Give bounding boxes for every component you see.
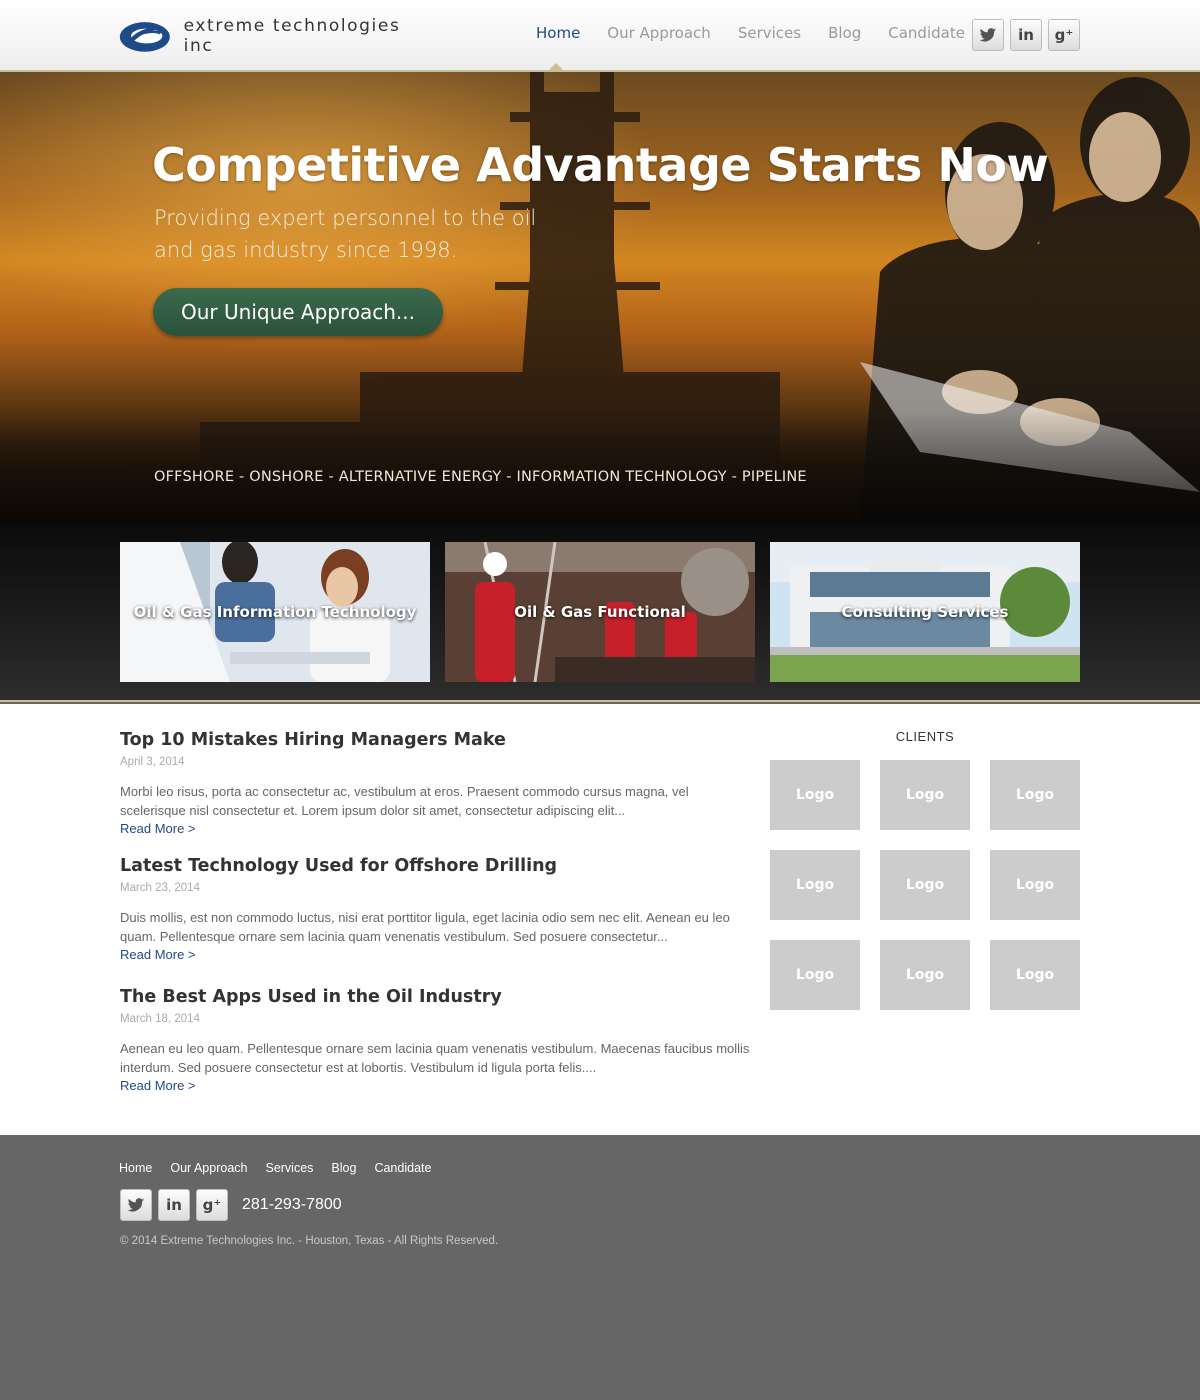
blog-post: Latest Technology Used for Offshore Dril… <box>120 856 750 964</box>
post-excerpt: Duis mollis, est non commodo luctus, nis… <box>120 910 730 944</box>
hero-tagline: OFFSHORE - ONSHORE - ALTERNATIVE ENERGY … <box>154 469 807 485</box>
footer-nav-home[interactable]: Home <box>119 1161 152 1175</box>
client-logo[interactable]: Logo <box>880 850 970 920</box>
linkedin-icon: in <box>166 1196 182 1214</box>
read-more-link[interactable]: Read More > <box>120 821 196 836</box>
google-plus-icon: g⁺ <box>202 1196 222 1214</box>
post-title[interactable]: Top 10 Mistakes Hiring Managers Make <box>120 730 750 750</box>
nav-our-approach[interactable]: Our Approach <box>607 24 711 42</box>
footer-nav-our-approach[interactable]: Our Approach <box>170 1161 247 1175</box>
linkedin-button[interactable]: in <box>1010 19 1042 51</box>
post-date: March 18, 2014 <box>120 1013 200 1025</box>
logo-text: extreme technologies inc <box>183 16 401 56</box>
post-excerpt: Morbi leo risus, porta ac consectetur ac… <box>120 784 689 818</box>
nav-services[interactable]: Services <box>738 24 801 42</box>
service-card-it[interactable]: Oil & Gas Information Technology <box>120 542 430 682</box>
blog-post: The Best Apps Used in the Oil Industry M… <box>120 987 750 1095</box>
footer-nav-blog[interactable]: Blog <box>331 1161 356 1175</box>
google-plus-button[interactable]: g⁺ <box>1048 19 1080 51</box>
client-logo[interactable]: Logo <box>880 940 970 1010</box>
service-label-functional: Oil & Gas Functional <box>514 603 686 621</box>
google-plus-button[interactable]: g⁺ <box>196 1189 228 1221</box>
hero-banner: Competitive Advantage Starts Now Providi… <box>0 72 1200 522</box>
client-logo[interactable]: Logo <box>770 850 860 920</box>
footer-nav-services[interactable]: Services <box>265 1161 313 1175</box>
nav-blog[interactable]: Blog <box>828 24 861 42</box>
nav-active-indicator <box>549 63 563 70</box>
twitter-icon <box>127 1197 145 1212</box>
linkedin-icon: in <box>1018 26 1034 44</box>
our-approach-button[interactable]: Our Unique Approach... <box>153 288 443 336</box>
read-more-link[interactable]: Read More > <box>120 947 196 962</box>
logo-swoosh-icon <box>119 22 170 52</box>
twitter-icon <box>979 27 997 42</box>
read-more-link[interactable]: Read More > <box>120 1078 196 1093</box>
client-logo[interactable]: Logo <box>990 940 1080 1010</box>
client-logo[interactable]: Logo <box>880 760 970 830</box>
google-plus-icon: g⁺ <box>1054 26 1074 44</box>
blog-post: Top 10 Mistakes Hiring Managers Make Apr… <box>120 730 750 838</box>
post-title[interactable]: Latest Technology Used for Offshore Dril… <box>120 856 750 876</box>
post-excerpt: Aenean eu leo quam. Pellentesque ornare … <box>120 1041 750 1075</box>
hero-title: Competitive Advantage Starts Now <box>152 138 1049 192</box>
site-header: extreme technologies inc Home Our Approa… <box>0 0 1200 72</box>
service-label-consulting: Consulting Services <box>841 603 1009 621</box>
clients-heading: CLIENTS <box>895 729 955 744</box>
post-title[interactable]: The Best Apps Used in the Oil Industry <box>120 987 750 1007</box>
client-logo[interactable]: Logo <box>990 850 1080 920</box>
footer-nav-candidate[interactable]: Candidate <box>374 1161 431 1175</box>
site-logo[interactable]: extreme technologies inc <box>118 16 418 56</box>
footer-nav: Home Our Approach Services Blog Candidat… <box>119 1161 449 1175</box>
post-date: April 3, 2014 <box>120 756 185 768</box>
header-social-links: in g⁺ <box>972 19 1086 51</box>
nav-candidate[interactable]: Candidate <box>888 24 965 42</box>
service-card-functional[interactable]: Oil & Gas Functional <box>445 542 755 682</box>
phone-number[interactable]: 281-293-7800 <box>242 1196 342 1214</box>
client-logo[interactable]: Logo <box>990 760 1080 830</box>
post-date: March 23, 2014 <box>120 882 200 894</box>
service-card-consulting[interactable]: Consulting Services <box>770 542 1080 682</box>
hero-subtitle: Providing expert personnel to the oil an… <box>154 206 537 262</box>
copyright-text: © 2014 Extreme Technologies Inc. - Houst… <box>120 1235 499 1247</box>
services-band: Oil & Gas Information Technology Oil & G… <box>0 522 1200 702</box>
nav-home[interactable]: Home <box>536 24 580 42</box>
client-logo[interactable]: Logo <box>770 940 860 1010</box>
twitter-button[interactable] <box>120 1189 152 1221</box>
main-content: Top 10 Mistakes Hiring Managers Make Apr… <box>0 704 1200 1135</box>
site-footer: Home Our Approach Services Blog Candidat… <box>0 1135 1200 1400</box>
twitter-button[interactable] <box>972 19 1004 51</box>
client-logo[interactable]: Logo <box>770 760 860 830</box>
main-nav: Home Our Approach Services Blog Candidat… <box>536 24 992 42</box>
footer-social-links: in g⁺ 281-293-7800 <box>120 1189 342 1221</box>
service-label-it: Oil & Gas Information Technology <box>133 603 417 621</box>
linkedin-button[interactable]: in <box>158 1189 190 1221</box>
